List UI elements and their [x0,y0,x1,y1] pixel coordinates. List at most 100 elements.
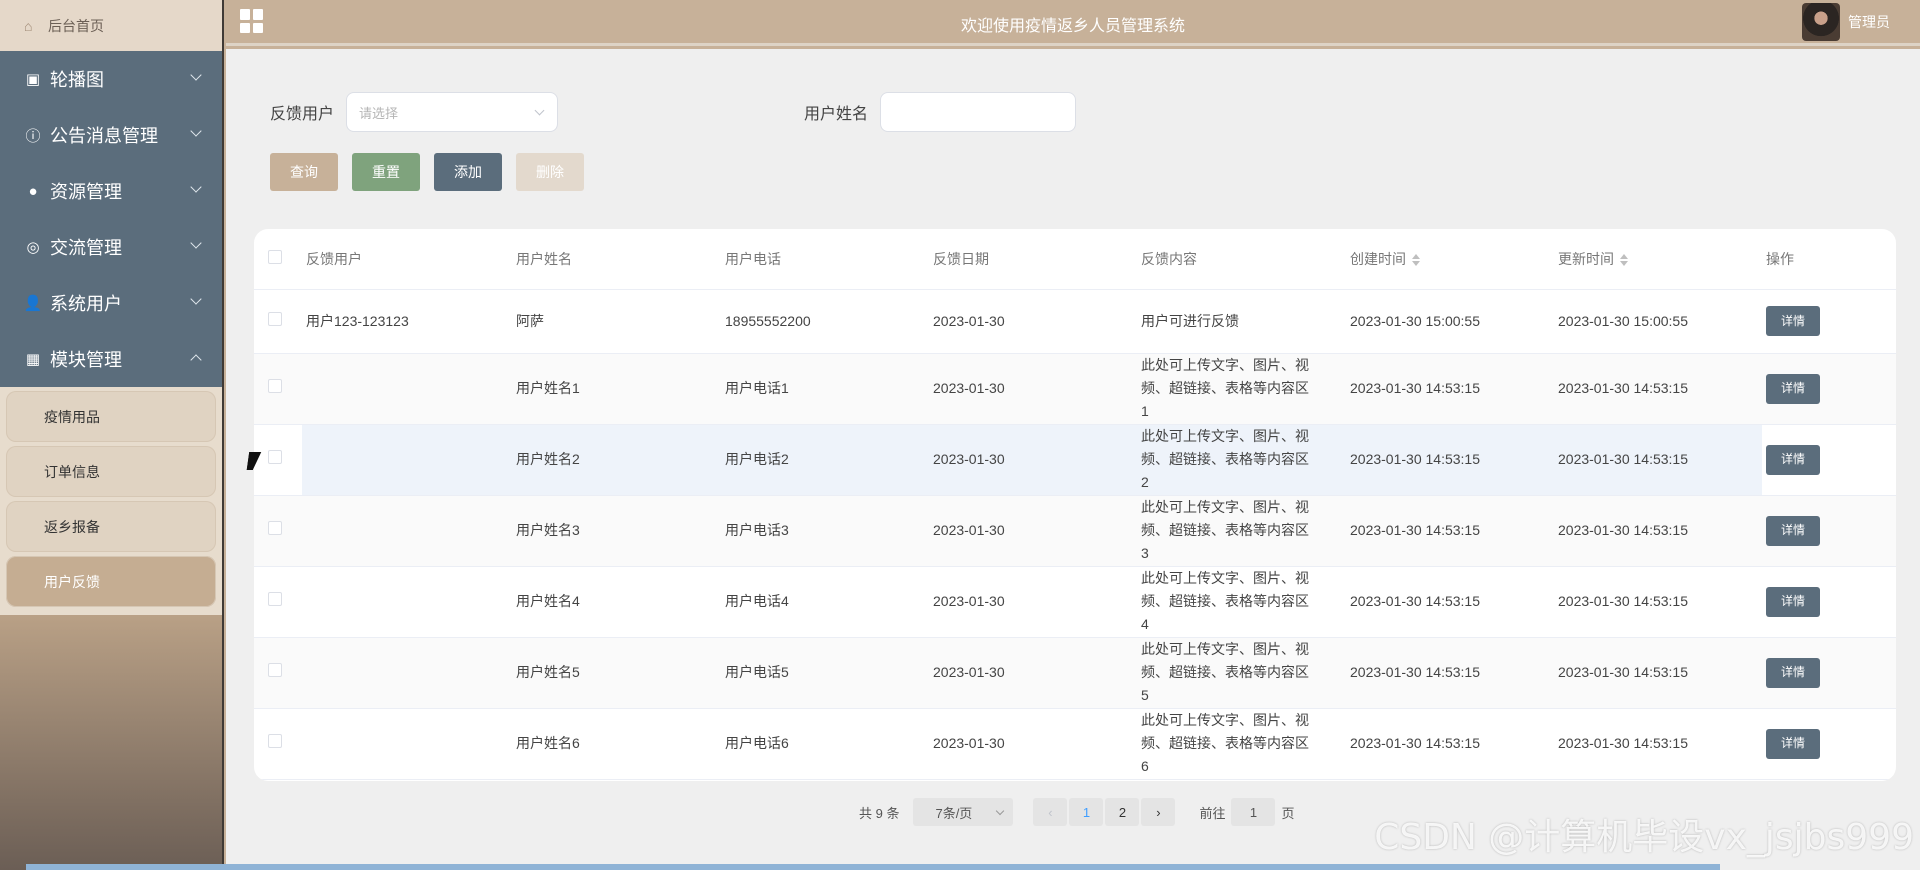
chevron-down-icon [190,69,202,81]
table-row[interactable]: 用户姓名4 用户电话4 2023-01-30 此处可上传文字、图片、视频、超链接、表格… [254,566,1896,638]
submenu-item-epidemic-supplies[interactable]: 疫情用品 [6,391,216,442]
table-cell-updated: 2023-01-30 14:53:15 [1554,637,1762,709]
table-cell-content: 此处可上传文字、图片、视频、超链接、表格等内容区1 [1137,353,1346,425]
row-checkbox[interactable] [268,663,282,677]
table-cell-content: 此处可上传文字、图片、视频、超链接、表格等内容区6 [1137,708,1346,780]
table-row[interactable]: 用户姓名3 用户电话3 2023-01-30 此处可上传文字、图片、视频、超链接、表格… [254,495,1896,567]
add-button[interactable]: 添加 [434,153,502,191]
page-size-value: 7条/页 [935,805,973,821]
prev-page-button[interactable]: ‹ [1033,798,1068,826]
table-cell-name: 用户姓名6 [512,708,721,780]
table-cell-created: 2023-01-30 14:53:15 [1346,708,1554,780]
table-cell-content: 用户可进行反馈 [1137,289,1346,354]
row-checkbox[interactable] [268,734,282,748]
row-checkbox[interactable] [268,450,282,464]
page-number-1[interactable]: 1 [1069,798,1104,826]
info-circle-icon: ⓘ [25,127,41,145]
username: 管理员 [1848,14,1890,30]
table-cell-phone: 用户电话2 [721,424,929,496]
select-all-checkbox[interactable] [268,250,282,265]
table-cell-updated: 2023-01-30 14:53:15 [1554,566,1762,638]
grid-icon: ▦ [25,351,41,368]
sidebar-item-announcements[interactable]: ⓘ 公告消息管理 [0,107,222,163]
detail-button[interactable]: 详情 [1766,444,1820,475]
submenu-item-orders[interactable]: 订单信息 [6,446,216,497]
home-icon: ⌂ [24,17,33,34]
table-cell-created: 2023-01-30 15:00:55 [1346,289,1554,354]
table-cell-created: 2023-01-30 14:53:15 [1346,424,1554,496]
reset-button[interactable]: 重置 [352,153,420,191]
table-cell-content: 此处可上传文字、图片、视频、超链接、表格等内容区2 [1137,424,1346,496]
chevron-down-icon [190,293,202,305]
row-checkbox[interactable] [268,592,282,606]
sort-icon[interactable] [1620,254,1628,267]
chat-icon: ◎ [26,239,40,256]
page-size-select[interactable]: 7条/页 [913,798,1014,826]
detail-button[interactable]: 详情 [1766,586,1820,617]
column-header: 反馈日期 [929,229,1137,290]
row-checkbox[interactable] [268,379,282,393]
table-row[interactable]: 用户姓名5 用户电话5 2023-01-30 此处可上传文字、图片、视频、超链接、表格… [254,637,1896,709]
table-row[interactable]: 用户123-123123 阿萨 18955552200 2023-01-30 用户可进行… [254,289,1896,354]
row-checkbox[interactable] [268,311,282,326]
table-cell-feedback-user [302,637,512,709]
table-cell-phone: 用户电话4 [721,566,929,638]
sidebar-item-modules[interactable]: ▦ 模块管理 [0,331,222,387]
chevron-down-icon [190,181,202,193]
table-cell-date: 2023-01-30 [929,566,1137,638]
sidebar-item-system-users[interactable]: 👤 系统用户 [0,275,222,331]
sidebar-menu: ▣ 轮播图 ⓘ 公告消息管理 ● 资源管理 ◎ 交流管理 👤 系统用户 ▦ 模块… [0,51,222,387]
chevron-down-icon [534,105,545,116]
submenu-item-return-report[interactable]: 返乡报备 [6,501,216,552]
avatar [1802,3,1840,41]
detail-button[interactable]: 详情 [1766,515,1820,546]
filter-row: 反馈用户 请选择 用户姓名 [270,92,1077,132]
row-checkbox[interactable] [268,521,282,535]
query-button[interactable]: 查询 [270,153,338,191]
goto-page-input[interactable]: 1 [1231,798,1276,826]
sidebar-item-resources[interactable]: ● 资源管理 [0,163,222,219]
delete-button[interactable]: 删除 [516,153,584,191]
sidebar-item-communication[interactable]: ◎ 交流管理 [0,219,222,275]
table-cell-content: 此处可上传文字、图片、视频、超链接、表格等内容区3 [1137,495,1346,567]
submenu-item-user-feedback[interactable]: 用户反馈 [6,556,216,607]
table-cell-date: 2023-01-30 [929,637,1137,709]
detail-button[interactable]: 详情 [1766,373,1820,404]
table-cell-updated: 2023-01-30 15:00:55 [1554,289,1762,354]
user-name-label: 用户姓名 [804,106,869,123]
watermark: CSDN @计算机毕设vx_jsjbs999 [1374,817,1914,858]
detail-button[interactable]: 详情 [1766,657,1820,688]
table-cell-content: 此处可上传文字、图片、视频、超链接、表格等内容区4 [1137,566,1346,638]
table-cell-phone: 用户电话5 [721,637,929,709]
sort-icon[interactable] [1412,254,1420,267]
table-cell-feedback-user [302,495,512,567]
table-cell-created: 2023-01-30 14:53:15 [1346,495,1554,567]
goto-label: 前往 [1199,805,1226,821]
column-header-label: 创建时间 [1350,250,1406,267]
page-number-2[interactable]: 2 [1105,798,1140,826]
user-name-input[interactable] [880,92,1077,132]
table-row[interactable]: 用户姓名2 用户电话2 2023-01-30 此处可上传文字、图片、视频、超链接、表格… [254,424,1896,496]
bottom-scrollbar[interactable] [26,864,1720,870]
sidebar-item-carousel[interactable]: ▣ 轮播图 [0,51,222,107]
detail-button[interactable]: 详情 [1766,728,1820,759]
table-cell-feedback-user: 用户123-123123 [302,289,512,354]
user-menu[interactable]: 管理员 [1802,0,1890,44]
feedback-user-select[interactable]: 请选择 [346,92,559,132]
table-cell-date: 2023-01-30 [929,708,1137,780]
column-header-sortable[interactable]: 创建时间 [1346,229,1554,290]
detail-button[interactable]: 详情 [1766,306,1820,336]
table-cell-name: 阿萨 [512,289,721,354]
table-cell-phone: 用户电话6 [721,708,929,780]
sidebar-item-label: 轮播图 [50,70,104,90]
sidebar-item-label: 交流管理 [50,238,122,258]
table-cell-name: 用户姓名4 [512,566,721,638]
next-page-button[interactable]: › [1141,798,1176,826]
column-header-sortable[interactable]: 更新时间 [1554,229,1762,290]
table-cell-feedback-user [302,353,512,425]
goto-suffix: 页 [1281,805,1295,821]
table-row[interactable]: 用户姓名1 用户电话1 2023-01-30 此处可上传文字、图片、视频、超链接、表格… [254,353,1896,425]
feedback-table: 反馈用户 用户姓名 用户电话 反馈日期 反馈内容 创建时间 更新时间 操作 用户… [254,229,1896,780]
table-row[interactable]: 用户姓名6 用户电话6 2023-01-30 此处可上传文字、图片、视频、超链接、表格… [254,708,1896,780]
sidebar-home[interactable]: ⌂ 后台首页 [0,0,222,51]
